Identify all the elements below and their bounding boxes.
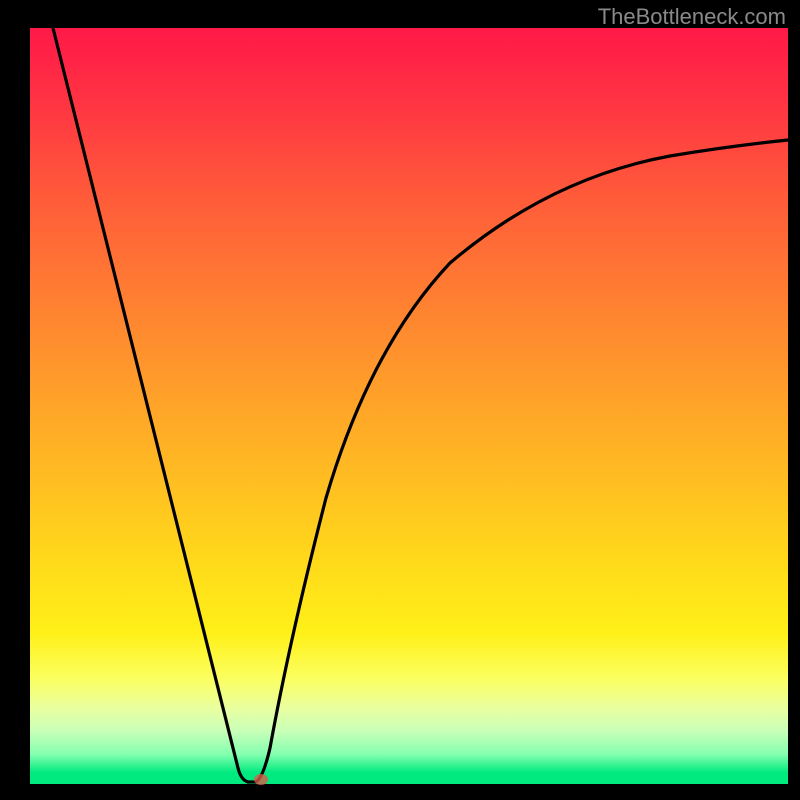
minimum-marker <box>254 774 268 785</box>
curve-right-branch <box>256 140 788 782</box>
bottleneck-curve <box>30 28 788 784</box>
watermark-text: TheBottleneck.com <box>598 4 786 30</box>
curve-left-branch <box>53 28 248 782</box>
chart-frame: TheBottleneck.com <box>0 0 800 800</box>
plot-area <box>30 28 788 784</box>
